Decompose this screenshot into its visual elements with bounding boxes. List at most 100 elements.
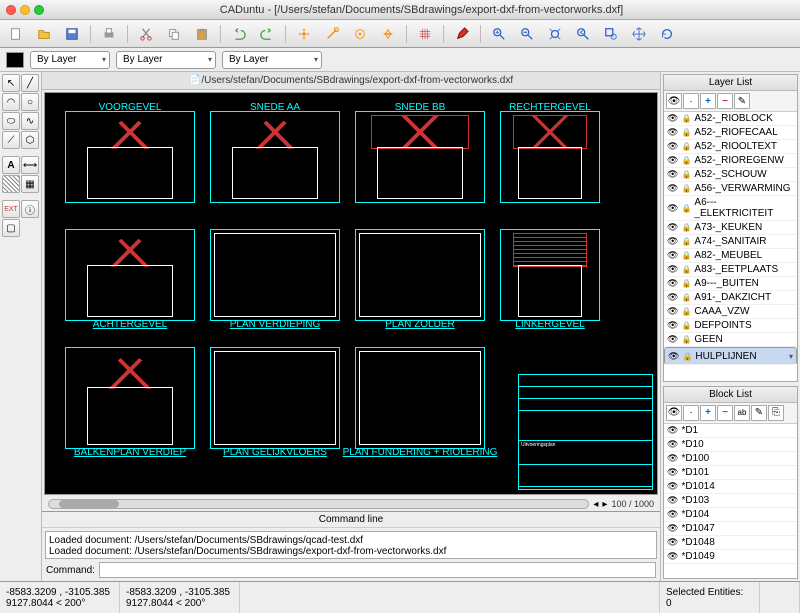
edit-layer-icon[interactable]: ✎ [734, 93, 750, 109]
copy-icon[interactable] [164, 24, 184, 44]
block-item[interactable]: 👁*D1048 [664, 536, 797, 550]
visibility-icon[interactable]: 👁 [667, 183, 678, 194]
spline-tool-icon[interactable]: ∿ [21, 112, 39, 130]
edit-block-icon[interactable]: ✎ [751, 405, 767, 421]
visibility-icon[interactable]: 👁 [667, 236, 678, 247]
visibility-icon[interactable]: 👁 [667, 292, 678, 303]
visibility-icon[interactable]: 👁 [667, 250, 678, 261]
modify-tool-icon[interactable]: EXT [2, 200, 20, 218]
layer-item[interactable]: 👁🔒A9---_BUITEN [664, 277, 797, 291]
lock-icon[interactable]: 🔒 [681, 279, 691, 288]
layer-item[interactable]: 👁🔒A52-_RIOOLTEXT [664, 140, 797, 154]
hatch-tool-icon[interactable] [2, 175, 20, 193]
block-list[interactable]: 👁*D1👁*D10👁*D100👁*D101👁*D1014👁*D103👁*D104… [664, 424, 797, 578]
minimize-button[interactable] [20, 5, 30, 15]
image-tool-icon[interactable]: ▦ [21, 175, 39, 193]
save-icon[interactable] [62, 24, 82, 44]
lock-icon[interactable]: 🔒 [681, 335, 691, 344]
block-item[interactable]: 👁*D1014 [664, 480, 797, 494]
edit-icon[interactable] [452, 24, 472, 44]
visibility-icon[interactable]: 👁 [667, 481, 678, 492]
paste-icon[interactable] [192, 24, 212, 44]
redraw-icon[interactable] [657, 24, 677, 44]
command-input[interactable] [99, 562, 656, 578]
visibility-icon[interactable]: 👁 [667, 127, 678, 138]
chevron-right-icon[interactable]: ▸ [602, 499, 607, 510]
lock-icon[interactable]: 🔒 [681, 156, 691, 165]
zoom-button[interactable] [34, 5, 44, 15]
layer-item[interactable]: 👁🔒A74-_SANITAIR [664, 235, 797, 249]
polyline-tool-icon[interactable]: ⟋ [2, 131, 20, 149]
insert-block-icon[interactable]: ⎘ [768, 405, 784, 421]
layer-color-swatch[interactable] [6, 52, 24, 68]
dimension-tool-icon[interactable]: ⟷ [21, 156, 39, 174]
visibility-icon[interactable]: 👁 [667, 264, 678, 275]
block-item[interactable]: 👁*D101 [664, 466, 797, 480]
visibility-icon[interactable]: 👁 [667, 467, 678, 478]
lock-icon[interactable]: 🔒 [681, 237, 691, 246]
lock-icon[interactable]: 🔒 [681, 204, 691, 213]
block-tool-icon[interactable]: ▢ [2, 219, 20, 237]
layer-item[interactable]: 👁🔒A73-_KEUKEN [664, 221, 797, 235]
horizontal-scrollbar[interactable] [48, 499, 589, 509]
block-item[interactable]: 👁*D103 [664, 494, 797, 508]
lineweight-selector[interactable]: By Layer [116, 51, 216, 69]
lock-icon[interactable]: 🔒 [681, 265, 691, 274]
layer-item[interactable]: 👁🔒GEEN [664, 333, 797, 347]
block-item[interactable]: 👁*D1047 [664, 522, 797, 536]
layer-item[interactable]: 👁🔒A56-_VERWARMING [664, 182, 797, 196]
block-item[interactable]: 👁*D10 [664, 438, 797, 452]
lock-icon[interactable]: 🔒 [681, 184, 691, 193]
lock-icon[interactable]: 🔒 [681, 251, 691, 260]
lock-icon[interactable]: 🔒 [681, 307, 691, 316]
remove-layer-button[interactable]: − [717, 93, 733, 109]
undo-icon[interactable] [229, 24, 249, 44]
visibility-icon[interactable]: 👁 [667, 222, 678, 233]
visibility-icon[interactable]: 👁 [667, 320, 678, 331]
block-item[interactable]: 👁*D1049 [664, 550, 797, 564]
visibility-icon[interactable]: 👁 [667, 439, 678, 450]
visibility-icon[interactable]: 👁 [667, 155, 678, 166]
drawing-canvas[interactable]: VOORGEVEL SNEDE AA SNEDE BB RECHTERGEVEL… [44, 92, 658, 495]
lock-icon[interactable]: 🔒 [681, 128, 691, 137]
print-icon[interactable] [99, 24, 119, 44]
layer-item[interactable]: 👁🔒A83-_EETPLAATS [664, 263, 797, 277]
visibility-icon[interactable]: 👁 [667, 551, 678, 562]
visibility-icon[interactable]: 👁 [667, 169, 678, 180]
show-all-layers-icon[interactable]: 👁 [666, 93, 682, 109]
remove-block-button[interactable]: − [717, 405, 733, 421]
snap-endpoint-icon[interactable] [322, 24, 342, 44]
snap-center-icon[interactable] [350, 24, 370, 44]
close-button[interactable] [6, 5, 16, 15]
color-selector[interactable]: By Layer [30, 51, 110, 69]
show-all-blocks-icon[interactable]: 👁 [666, 405, 682, 421]
text-tool-icon[interactable]: A [2, 156, 20, 174]
hide-all-blocks-icon[interactable]: · [683, 405, 699, 421]
visibility-icon[interactable]: 👁 [667, 334, 678, 345]
snap-free-icon[interactable] [294, 24, 314, 44]
zoom-extents-icon[interactable] [545, 24, 565, 44]
visibility-icon[interactable]: 👁 [667, 509, 678, 520]
lock-icon[interactable]: 🔒 [681, 321, 691, 330]
visibility-icon[interactable]: 👁 [668, 351, 679, 362]
visibility-icon[interactable]: 👁 [667, 425, 678, 436]
layer-item[interactable]: 👁🔒A52-_SCHOUW [664, 168, 797, 182]
zoom-out-icon[interactable] [517, 24, 537, 44]
lock-icon[interactable]: 🔒 [681, 142, 691, 151]
ellipse-tool-icon[interactable]: ⬭ [2, 112, 20, 130]
layer-item[interactable]: 👁🔒A6---_ELEKTRICITEIT [664, 196, 797, 221]
rename-block-icon[interactable]: ab [734, 405, 750, 421]
lock-icon[interactable]: 🔒 [681, 223, 691, 232]
layer-item[interactable]: 👁🔒A52-_RIOFECAAL [664, 126, 797, 140]
visibility-icon[interactable]: 👁 [667, 537, 678, 548]
grid-icon[interactable] [415, 24, 435, 44]
layer-item[interactable]: 👁🔒CAAA_VZW [664, 305, 797, 319]
new-file-icon[interactable] [6, 24, 26, 44]
visibility-icon[interactable]: 👁 [667, 523, 678, 534]
visibility-icon[interactable]: 👁 [667, 203, 678, 214]
layer-list[interactable]: 👁🔒A52-_RIOBLOCK👁🔒A52-_RIOFECAAL👁🔒A52-_RI… [664, 112, 797, 381]
visibility-icon[interactable]: 👁 [667, 453, 678, 464]
redo-icon[interactable] [257, 24, 277, 44]
lock-icon[interactable]: 🔒 [682, 352, 692, 361]
add-block-button[interactable]: + [700, 405, 716, 421]
